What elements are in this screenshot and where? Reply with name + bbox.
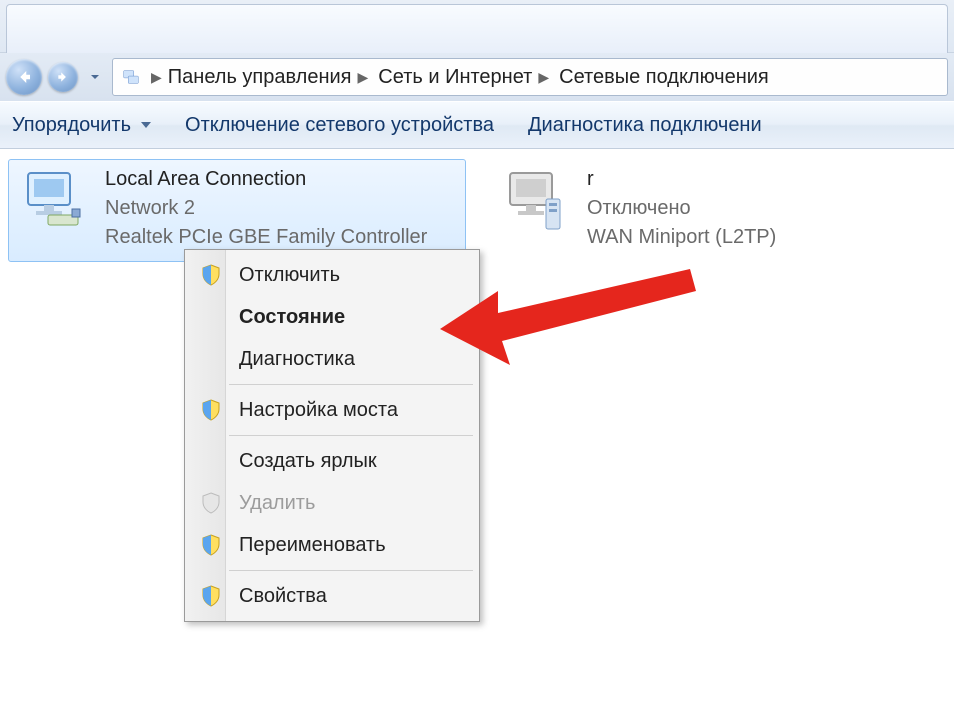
context-menu-separator xyxy=(229,435,473,436)
context-menu-separator xyxy=(229,570,473,571)
ctx-label: Переименовать xyxy=(239,534,386,557)
uac-shield-icon xyxy=(197,261,225,289)
ctx-label: Свойства xyxy=(239,585,327,608)
window-titlebar-area xyxy=(0,0,954,53)
breadcrumb-item-0[interactable]: Панель управления ▶ xyxy=(164,59,373,95)
context-menu: Отключить Состояние Диагностика Настройк… xyxy=(184,249,480,622)
window-frame xyxy=(6,4,948,57)
content-pane: Local Area Connection Network 2 Realtek … xyxy=(0,149,954,710)
ctx-item-properties[interactable]: Свойства xyxy=(187,575,477,617)
disable-device-button[interactable]: Отключение сетевого устройства xyxy=(185,114,494,137)
ctx-item-delete: Удалить xyxy=(187,482,477,524)
organize-label: Упорядочить xyxy=(12,114,131,137)
ctx-label: Диагностика xyxy=(239,348,355,371)
network-adapter-enabled-icon xyxy=(15,166,95,238)
network-location-icon xyxy=(119,65,143,89)
connection-name: Local Area Connection xyxy=(105,166,427,193)
connection-texts: Local Area Connection Network 2 Realtek … xyxy=(105,166,427,251)
ctx-item-diagnose[interactable]: Диагностика xyxy=(187,338,477,380)
connection-item-r[interactable]: r Отключено WAN Miniport (L2TP) xyxy=(490,159,828,262)
ctx-item-bridge[interactable]: Настройка моста xyxy=(187,389,477,431)
uac-shield-disabled-icon xyxy=(197,489,225,517)
uac-shield-icon xyxy=(197,531,225,559)
context-menu-separator xyxy=(229,384,473,385)
ctx-label: Состояние xyxy=(239,306,345,329)
connection-device: WAN Miniport (L2TP) xyxy=(587,224,776,251)
address-bar-row: ▶ Панель управления ▶ Сеть и Интернет ▶ Се… xyxy=(0,53,954,101)
blank-icon xyxy=(197,447,225,475)
uac-shield-icon xyxy=(197,582,225,610)
uac-shield-icon xyxy=(197,396,225,424)
network-adapter-disabled-icon xyxy=(497,166,577,238)
nav-forward-button[interactable] xyxy=(48,62,78,92)
diagnose-label: Диагностика подключени xyxy=(528,114,762,137)
breadcrumb-label: Сеть и Интернет xyxy=(378,66,532,89)
chevron-right-icon: ▶ xyxy=(538,69,549,86)
context-menu-items: Отключить Состояние Диагностика Настройк… xyxy=(187,254,477,617)
ctx-label: Настройка моста xyxy=(239,399,398,422)
chevron-right-icon: ▶ xyxy=(358,69,369,86)
breadcrumb-bar[interactable]: ▶ Панель управления ▶ Сеть и Интернет ▶ Се… xyxy=(112,58,948,96)
chevron-right-icon: ▶ xyxy=(151,69,162,86)
ctx-item-rename[interactable]: Переименовать xyxy=(187,524,477,566)
breadcrumb-item-1[interactable]: Сеть и Интернет ▶ xyxy=(374,59,553,95)
dropdown-triangle-icon xyxy=(141,122,151,128)
connection-device: Realtek PCIe GBE Family Controller xyxy=(105,224,427,251)
connection-texts: r Отключено WAN Miniport (L2TP) xyxy=(587,166,776,251)
ctx-label: Отключить xyxy=(239,264,340,287)
network-connections-window: ▶ Панель управления ▶ Сеть и Интернет ▶ Се… xyxy=(0,0,954,710)
nav-history-dropdown[interactable] xyxy=(84,59,106,95)
connection-item-local-area[interactable]: Local Area Connection Network 2 Realtek … xyxy=(8,159,466,262)
organize-menu-button[interactable]: Упорядочить xyxy=(12,114,151,137)
breadcrumb-label: Панель управления xyxy=(168,66,352,89)
breadcrumb-label: Сетевые подключения xyxy=(559,66,769,89)
ctx-label: Создать ярлык xyxy=(239,450,377,473)
ctx-item-status[interactable]: Состояние xyxy=(187,296,477,338)
diagnose-connection-button[interactable]: Диагностика подключени xyxy=(528,114,762,137)
command-bar: Упорядочить Отключение сетевого устройст… xyxy=(0,101,954,149)
connection-status: Network 2 xyxy=(105,195,427,222)
ctx-label: Удалить xyxy=(239,492,315,515)
connections-list: Local Area Connection Network 2 Realtek … xyxy=(8,159,946,262)
connection-status: Отключено xyxy=(587,195,776,222)
nav-back-button[interactable] xyxy=(6,59,42,95)
breadcrumb-item-2[interactable]: Сетевые подключения xyxy=(555,59,773,95)
ctx-item-create-shortcut[interactable]: Создать ярлык xyxy=(187,440,477,482)
disable-device-label: Отключение сетевого устройства xyxy=(185,114,494,137)
connection-name: r xyxy=(587,166,776,193)
ctx-item-disable[interactable]: Отключить xyxy=(187,254,477,296)
blank-icon xyxy=(197,303,225,331)
blank-icon xyxy=(197,345,225,373)
